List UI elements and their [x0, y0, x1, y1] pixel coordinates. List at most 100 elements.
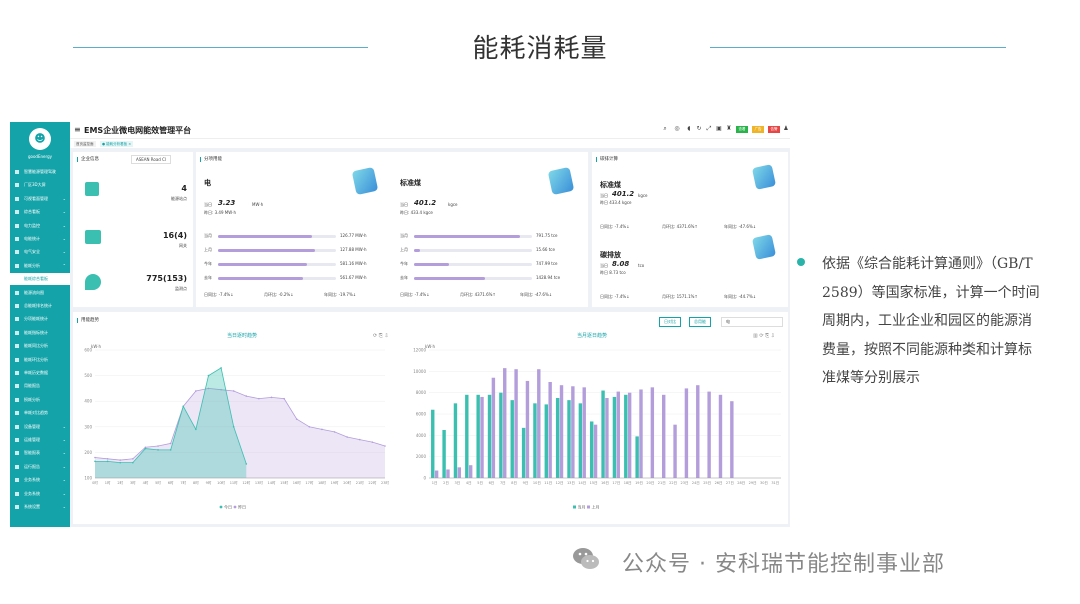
x-tick-label: 5时: [155, 480, 161, 485]
bar-当月: [442, 430, 446, 478]
bar-当月: [635, 436, 639, 478]
sidebar-item[interactable]: 能耗指标统计: [10, 327, 70, 339]
period-bar-fill: [218, 235, 313, 238]
fullscreen-icon[interactable]: ⤢: [706, 126, 712, 132]
chevron-icon: ⌄: [62, 195, 66, 201]
menu-icon[interactable]: ≡: [74, 125, 81, 134]
y-tick-label: 10000: [413, 369, 426, 374]
sidebar-item[interactable]: 综合看板 ⌄: [10, 206, 70, 218]
legend-label[interactable]: 当月: [578, 504, 586, 510]
sidebar-item[interactable]: 运行报告 ⌄: [10, 461, 70, 473]
sidebar-item[interactable]: 业务系统 ⌄: [10, 488, 70, 500]
watermark-text: 公众号 · 安科瑞节能控制事业部: [622, 552, 945, 577]
period-bar: [218, 235, 336, 238]
bar-当月: [601, 390, 605, 478]
legend-label[interactable]: 今日: [224, 504, 232, 510]
data-point: [119, 459, 122, 461]
screen-icon[interactable]: ▣: [716, 126, 722, 132]
data-point: [346, 436, 348, 438]
y-tick-label: 8000: [416, 390, 427, 395]
sidebar-item-label: 智慧能源管理驾驶: [24, 169, 56, 174]
sidebar-item[interactable]: 能耗综合看板: [10, 273, 70, 286]
sidebar-item[interactable]: 能耗同比分析: [10, 340, 70, 352]
y-tick-label: 300: [84, 424, 92, 429]
sidebar-item-label: 总能耗排名统计: [24, 303, 52, 308]
total-energy-button[interactable]: 总用能: [689, 317, 711, 327]
sidebar-item[interactable]: 智能报表 ⌄: [10, 447, 70, 459]
sidebar-item[interactable]: 能耗分析 ⌃: [10, 260, 70, 272]
search-icon[interactable]: ⌕: [662, 126, 668, 132]
sidebar-item[interactable]: 智慧能源管理驾驶: [10, 166, 70, 178]
tab-energy-board[interactable]: ● 能耗分析看板 ×: [100, 141, 134, 147]
logo-name: goodEnergy: [28, 154, 52, 159]
enterprise-title: 企业信息: [77, 157, 99, 162]
sidebar-item-label: 电气安全: [24, 249, 40, 255]
bar-上月: [434, 470, 439, 478]
sidebar-item[interactable]: 电能统计 ⌄: [10, 233, 70, 245]
data-point: [157, 449, 159, 451]
x-tick-label: 7时: [180, 480, 186, 485]
period-bar: [414, 277, 532, 280]
badge-red[interactable]: 告警: [768, 126, 780, 133]
day-chart-title: 当日逐时趋势: [227, 333, 258, 339]
ratio: 年同比: -44.7%↓: [724, 294, 757, 299]
ratio: 月环比: 4371.6%↑: [460, 292, 496, 297]
bar-当月: [510, 400, 514, 478]
sidebar-item[interactable]: 损耗分析: [10, 394, 70, 406]
badge-green[interactable]: 查看: [736, 126, 748, 133]
sidebar-item[interactable]: 能耗环比分析: [10, 354, 70, 366]
ratio: 月环比: 4371.6%↑: [662, 224, 698, 229]
sidebar-item[interactable]: 设备管理 ⌄: [10, 421, 70, 433]
period-label: 上月: [400, 247, 408, 252]
chevron-icon: ⌄: [62, 423, 66, 429]
sidebar-item-label: 厂区3D大屏: [24, 182, 46, 188]
bar-上月: [696, 385, 700, 478]
sidebar-item[interactable]: 用能报告: [10, 380, 70, 392]
menu-item-icon: [15, 438, 19, 442]
menu-item-icon: [15, 250, 19, 255]
sidebar-item[interactable]: 单耗对比趋势: [10, 407, 70, 419]
chart-tools-right[interactable]: ▥ ⟳ ⎘ ⇩: [753, 333, 775, 339]
sidebar-item[interactable]: 系统设置 ⌄: [10, 501, 70, 513]
energy-type-select[interactable]: 电: [721, 317, 783, 327]
sidebar-item-label: 运行报告: [24, 463, 40, 469]
volume-icon[interactable]: ◖: [686, 126, 692, 132]
tab-home[interactable]: 首页监控面: [74, 141, 96, 147]
sidebar-item[interactable]: 厂区3D大屏: [10, 179, 70, 191]
period-value: 791.75 tce: [536, 233, 558, 238]
sidebar-item[interactable]: 总能耗排名统计: [10, 300, 70, 312]
bar-当月: [521, 427, 526, 478]
day-compare-button[interactable]: 日对比: [659, 317, 681, 327]
stat-label-1: 网关: [179, 243, 187, 248]
sidebar-item[interactable]: 电气安全 ⌄: [10, 246, 70, 258]
sidebar-item[interactable]: 电力监控 ⌄: [10, 220, 70, 232]
legend-label[interactable]: 上月: [592, 504, 600, 510]
refresh-icon[interactable]: ↻: [696, 126, 702, 132]
chart-tools-left[interactable]: ⟳ ⎘ ⇩: [373, 333, 389, 339]
data-point: [182, 405, 185, 408]
user-icon[interactable]: ♟: [783, 126, 789, 132]
carbon-name: 碳排放: [600, 251, 621, 259]
chevron-icon: ⌃: [62, 262, 66, 268]
legend-label[interactable]: 昨日: [238, 504, 246, 510]
badge-yellow[interactable]: 广告: [752, 126, 764, 133]
sidebar-item[interactable]: 分项能耗统计: [10, 313, 70, 325]
x-tick-label: 27日: [726, 481, 734, 485]
sidebar-item[interactable]: 能源流向图: [10, 287, 70, 299]
bar-当月: [533, 403, 537, 478]
sidebar-item[interactable]: 单耗历史数据: [10, 367, 70, 379]
today-value: 8.08: [612, 260, 630, 268]
globe-icon[interactable]: ◎: [674, 126, 680, 132]
chevron-icon: ⌄: [62, 463, 66, 469]
sidebar-item[interactable]: 业务系统 ⌄: [10, 474, 70, 486]
y-tick-label: 12000: [413, 348, 426, 353]
y-tick-label: 6000: [416, 412, 427, 417]
bullet-line-2: 2589）等国家标准，计算一个时间: [822, 285, 1040, 301]
period-label: 今年: [400, 261, 408, 266]
enterprise-name[interactable]: ASEAN Road Cl: [131, 155, 172, 164]
y-tick-label: 2000: [416, 454, 427, 459]
sidebar-item[interactable]: 可视看面管理 ⌄: [10, 193, 70, 205]
sidebar-item[interactable]: 运维管理 ⌄: [10, 434, 70, 446]
shirt-icon[interactable]: ♜: [726, 126, 732, 132]
data-point: [195, 390, 197, 392]
